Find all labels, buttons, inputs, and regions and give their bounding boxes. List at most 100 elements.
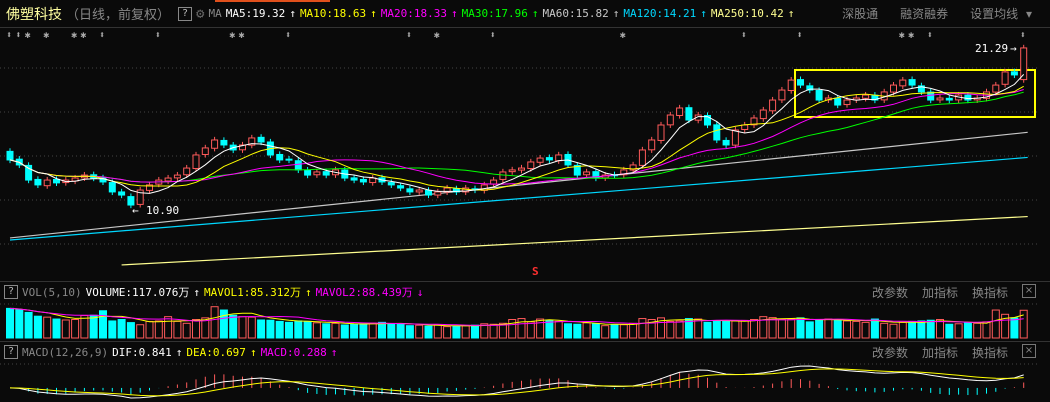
ma-legend: MA5:19.32 ↑ MA10:18.63 ↑ MA20:18.33 ↑ MA30:17.… bbox=[226, 7, 799, 20]
margin-trading-button[interactable]: 融资融券 bbox=[900, 5, 948, 22]
macd-help-button[interactable]: ? bbox=[4, 345, 18, 359]
low-price-label: 10.90 bbox=[146, 204, 179, 217]
volume-bar bbox=[1010, 317, 1019, 339]
candle-down bbox=[285, 158, 293, 161]
switch-indicator-button[interactable]: 换指标 bbox=[972, 284, 1008, 301]
candle-down bbox=[294, 160, 302, 171]
up-arrow-icon: ↑ bbox=[193, 285, 200, 299]
volume-bar bbox=[350, 323, 359, 339]
volume-bar bbox=[898, 321, 907, 339]
volume-bar bbox=[536, 318, 545, 339]
volume-bar bbox=[405, 325, 414, 339]
volume-bar bbox=[443, 326, 452, 339]
candle-up bbox=[434, 191, 442, 196]
volume-bar bbox=[870, 318, 879, 339]
volume-bar bbox=[99, 310, 107, 339]
macd-header: ? MACD(12,26,9) DIF:0.841 ↑ DEA:0.697 ↑ … bbox=[0, 343, 1050, 361]
volume-bar bbox=[433, 324, 442, 339]
ma-legend-item: MA60:15.82 bbox=[542, 7, 609, 20]
ma30-line bbox=[9, 91, 1024, 183]
event-marker-icon: ⬍ bbox=[15, 30, 21, 41]
volume-bar bbox=[6, 307, 14, 339]
volume-bar bbox=[247, 316, 256, 339]
candle-up bbox=[676, 107, 684, 116]
candle-up bbox=[843, 99, 851, 106]
down-arrow-icon: ↓ bbox=[416, 285, 424, 299]
volume-bar bbox=[963, 322, 972, 339]
volume-bar bbox=[452, 325, 461, 339]
volume-bar bbox=[731, 320, 740, 339]
candle-down bbox=[276, 153, 284, 161]
volume-bar bbox=[694, 318, 703, 339]
volume-bar bbox=[461, 325, 470, 339]
up-arrow-icon: ↑ bbox=[700, 7, 707, 20]
volume-bar bbox=[777, 319, 786, 339]
volume-bar bbox=[638, 318, 647, 339]
candle-up bbox=[890, 84, 897, 93]
volume-bar bbox=[926, 319, 935, 339]
candle-up bbox=[211, 139, 219, 149]
sell-signal-marker: S bbox=[532, 265, 539, 278]
candle-down bbox=[834, 97, 842, 106]
candle-up bbox=[43, 179, 51, 187]
volume-bar bbox=[991, 309, 1000, 339]
volume-bar bbox=[164, 316, 173, 339]
candle-down bbox=[350, 177, 358, 181]
dif-value: DIF:0.841 bbox=[112, 345, 172, 359]
volume-bar bbox=[378, 321, 386, 339]
star-marker-icon: ✱ bbox=[25, 30, 31, 41]
volume-bar bbox=[796, 317, 805, 339]
gear-icon[interactable]: ⚙ bbox=[196, 6, 204, 22]
candle-down bbox=[545, 157, 553, 161]
volume-bar bbox=[368, 322, 377, 339]
ma-legend-item: MA20:18.33 bbox=[380, 7, 448, 20]
candle-down bbox=[406, 188, 414, 193]
volume-bar bbox=[71, 319, 80, 339]
star-marker-icon: ✱ bbox=[71, 30, 77, 41]
volume-bar bbox=[387, 323, 396, 339]
edit-params-button[interactable]: 改参数 bbox=[872, 344, 908, 361]
candle-up bbox=[1001, 71, 1009, 85]
up-arrow-icon: ↑ bbox=[451, 7, 458, 20]
volume-bar bbox=[229, 314, 238, 339]
candle-down bbox=[118, 191, 126, 196]
volume-bar bbox=[331, 322, 340, 339]
candle-down bbox=[108, 182, 116, 193]
macd-value: MACD:0.288 bbox=[260, 345, 327, 359]
volume-bar bbox=[43, 316, 52, 339]
close-icon[interactable]: × bbox=[1022, 283, 1036, 298]
candle-up bbox=[787, 79, 795, 92]
add-indicator-button[interactable]: 加指标 bbox=[922, 344, 958, 361]
sz-connect-button[interactable]: 深股通 bbox=[842, 5, 878, 22]
event-marker-icon: ⬍ bbox=[490, 30, 496, 41]
help-button[interactable]: ? bbox=[178, 6, 193, 21]
volume-bar bbox=[340, 324, 349, 339]
edit-params-button[interactable]: 改参数 bbox=[872, 284, 908, 301]
volume-bar bbox=[275, 320, 284, 339]
volume-bar bbox=[712, 320, 721, 339]
star-marker-icon: ✱ bbox=[239, 30, 245, 41]
volume-bar bbox=[108, 320, 117, 339]
candle-up bbox=[518, 167, 525, 171]
volume-bar bbox=[117, 319, 126, 339]
volume-bar bbox=[843, 320, 851, 339]
high-arrow-icon: → bbox=[1010, 42, 1017, 55]
candle-up bbox=[936, 97, 944, 101]
ma-legend-item: MA30:17.96 bbox=[461, 7, 528, 20]
candle-up bbox=[862, 94, 870, 99]
volume-bar bbox=[610, 324, 619, 339]
volume-bar bbox=[833, 319, 842, 339]
close-icon[interactable]: × bbox=[1022, 343, 1036, 358]
volume-bar bbox=[666, 320, 675, 339]
candle-down bbox=[387, 182, 395, 186]
candle-down bbox=[908, 79, 916, 86]
volume-help-button[interactable]: ? bbox=[4, 285, 18, 299]
volume-bar bbox=[359, 323, 368, 339]
switch-indicator-button[interactable]: 换指标 bbox=[972, 344, 1008, 361]
volume-bar bbox=[424, 325, 433, 339]
volume-bar bbox=[917, 320, 926, 339]
add-indicator-button[interactable]: 加指标 bbox=[922, 284, 958, 301]
set-ma-button[interactable]: 设置均线 ▾ bbox=[970, 5, 1036, 22]
volume-bar bbox=[61, 319, 70, 339]
mavol1-value: MAVOL1:85.312万 bbox=[203, 286, 302, 299]
